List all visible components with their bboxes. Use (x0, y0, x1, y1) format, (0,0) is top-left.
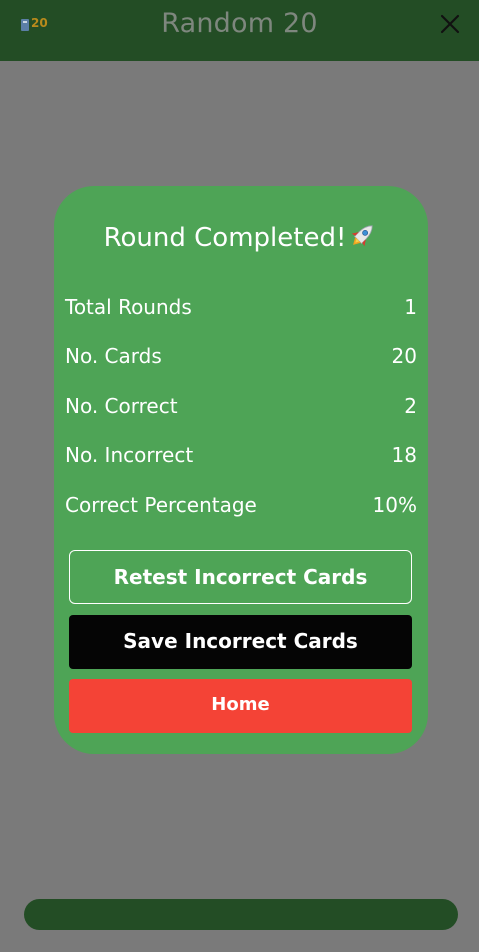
round-completed-dialog: Round Completed! Total Rounds 1 No. Card… (54, 186, 428, 754)
stat-row-total-rounds: Total Rounds 1 (65, 295, 417, 323)
close-icon[interactable] (434, 8, 466, 40)
stat-value: 10% (372, 493, 417, 517)
stat-row-no-correct: No. Correct 2 (65, 394, 417, 422)
stat-row-no-incorrect: No. Incorrect 18 (65, 443, 417, 471)
rocket-icon (352, 225, 373, 247)
dialog-title: Round Completed! (54, 220, 428, 253)
top-app-bar: 20 Random 20 (0, 0, 479, 61)
stat-label: Total Rounds (65, 295, 192, 319)
stat-label: No. Correct (65, 394, 178, 418)
stat-value: 20 (391, 344, 417, 368)
stat-row-correct-percentage: Correct Percentage 10% (65, 493, 417, 521)
save-incorrect-cards-button[interactable]: Save Incorrect Cards (69, 615, 412, 669)
home-button[interactable]: Home (69, 679, 412, 733)
stat-value: 2 (404, 394, 417, 418)
stat-value: 18 (391, 443, 417, 467)
stat-label: No. Cards (65, 344, 162, 368)
dialog-title-text: Round Completed! (103, 223, 347, 253)
retest-incorrect-cards-button[interactable]: Retest Incorrect Cards (69, 550, 412, 604)
page-title: Random 20 (161, 8, 318, 39)
stat-value: 1 (404, 295, 417, 319)
bottom-bar (24, 899, 458, 930)
stat-label: No. Incorrect (65, 443, 194, 467)
stat-row-no-cards: No. Cards 20 (65, 344, 417, 372)
stat-label: Correct Percentage (65, 493, 257, 517)
